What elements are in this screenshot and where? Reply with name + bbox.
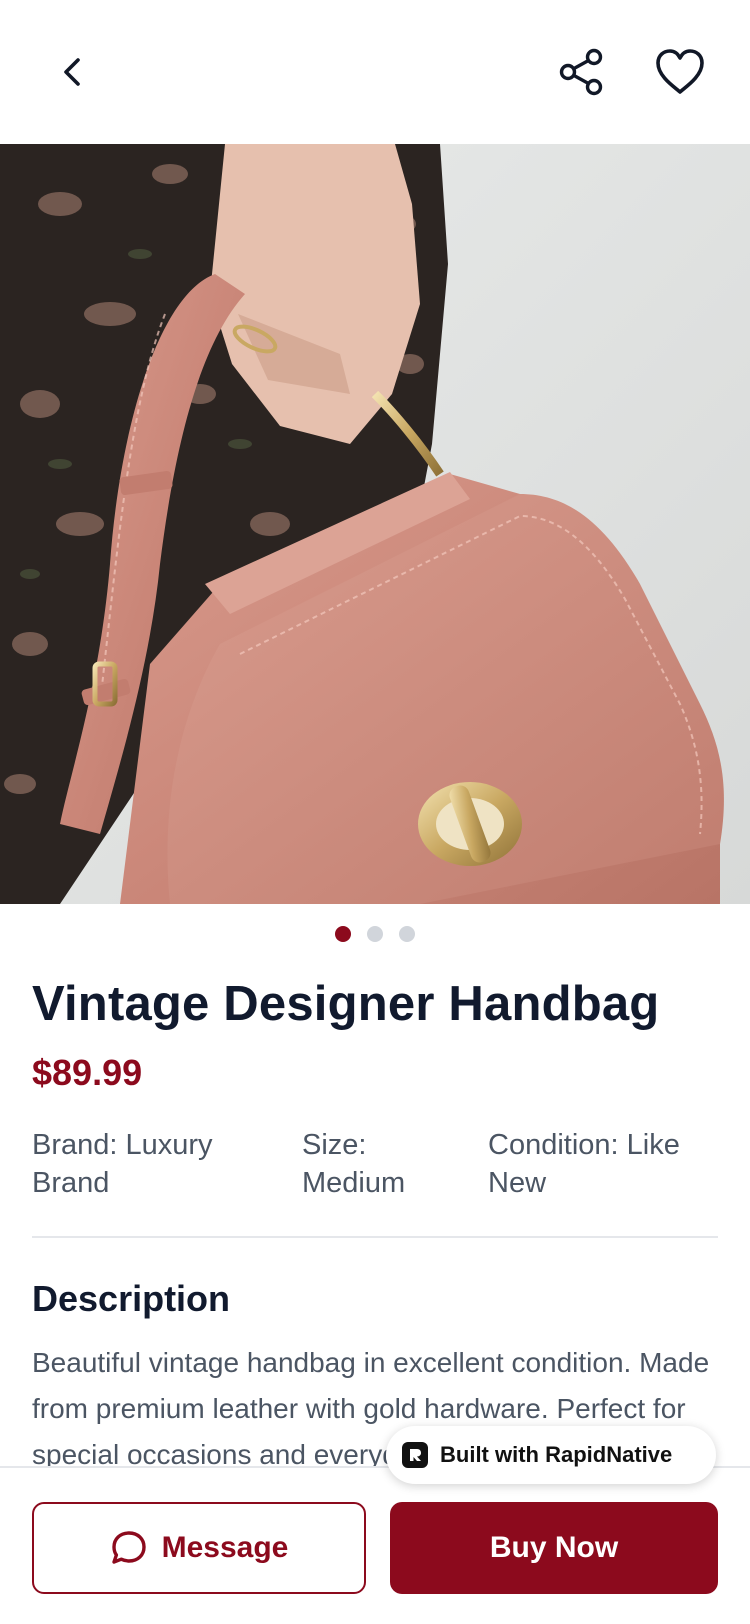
- chat-bubble-icon: [111, 1531, 146, 1564]
- product-price: $89.99: [32, 1052, 143, 1093]
- handbag-photo: [0, 144, 750, 904]
- share-button[interactable]: [552, 42, 612, 102]
- built-with-label: Built with RapidNative: [440, 1442, 673, 1467]
- heart-icon: [656, 49, 704, 94]
- pagination-dot-2[interactable]: [367, 926, 383, 942]
- description-heading: Description: [32, 1278, 231, 1319]
- back-button[interactable]: [44, 44, 100, 100]
- image-pagination: [0, 926, 750, 942]
- pagination-dot-3[interactable]: [399, 926, 415, 942]
- chevron-left-icon: [64, 58, 80, 86]
- pagination-dot-1[interactable]: [335, 926, 351, 942]
- spec-condition: Condition: Like New: [488, 1129, 680, 1199]
- built-with-badge[interactable]: Built with RapidNative: [386, 1426, 716, 1484]
- message-button[interactable]: Message: [32, 1502, 366, 1594]
- buy-now-button-label: Buy Now: [489, 1531, 619, 1564]
- top-bar: [0, 0, 750, 144]
- section-divider: [32, 1236, 718, 1238]
- spec-size: Size: Medium: [302, 1129, 406, 1199]
- spec-brand: Brand: Luxury Brand: [32, 1129, 213, 1199]
- rapidnative-logo-icon: [402, 1442, 428, 1468]
- product-title: Vintage Designer Handbag: [32, 977, 660, 1031]
- product-image[interactable]: [0, 144, 750, 904]
- message-button-label: Message: [161, 1531, 289, 1564]
- buy-now-button[interactable]: Buy Now: [390, 1502, 718, 1594]
- share-icon: [559, 48, 603, 96]
- action-bar: Message Buy Now: [0, 1466, 750, 1624]
- favorite-button[interactable]: [648, 40, 712, 104]
